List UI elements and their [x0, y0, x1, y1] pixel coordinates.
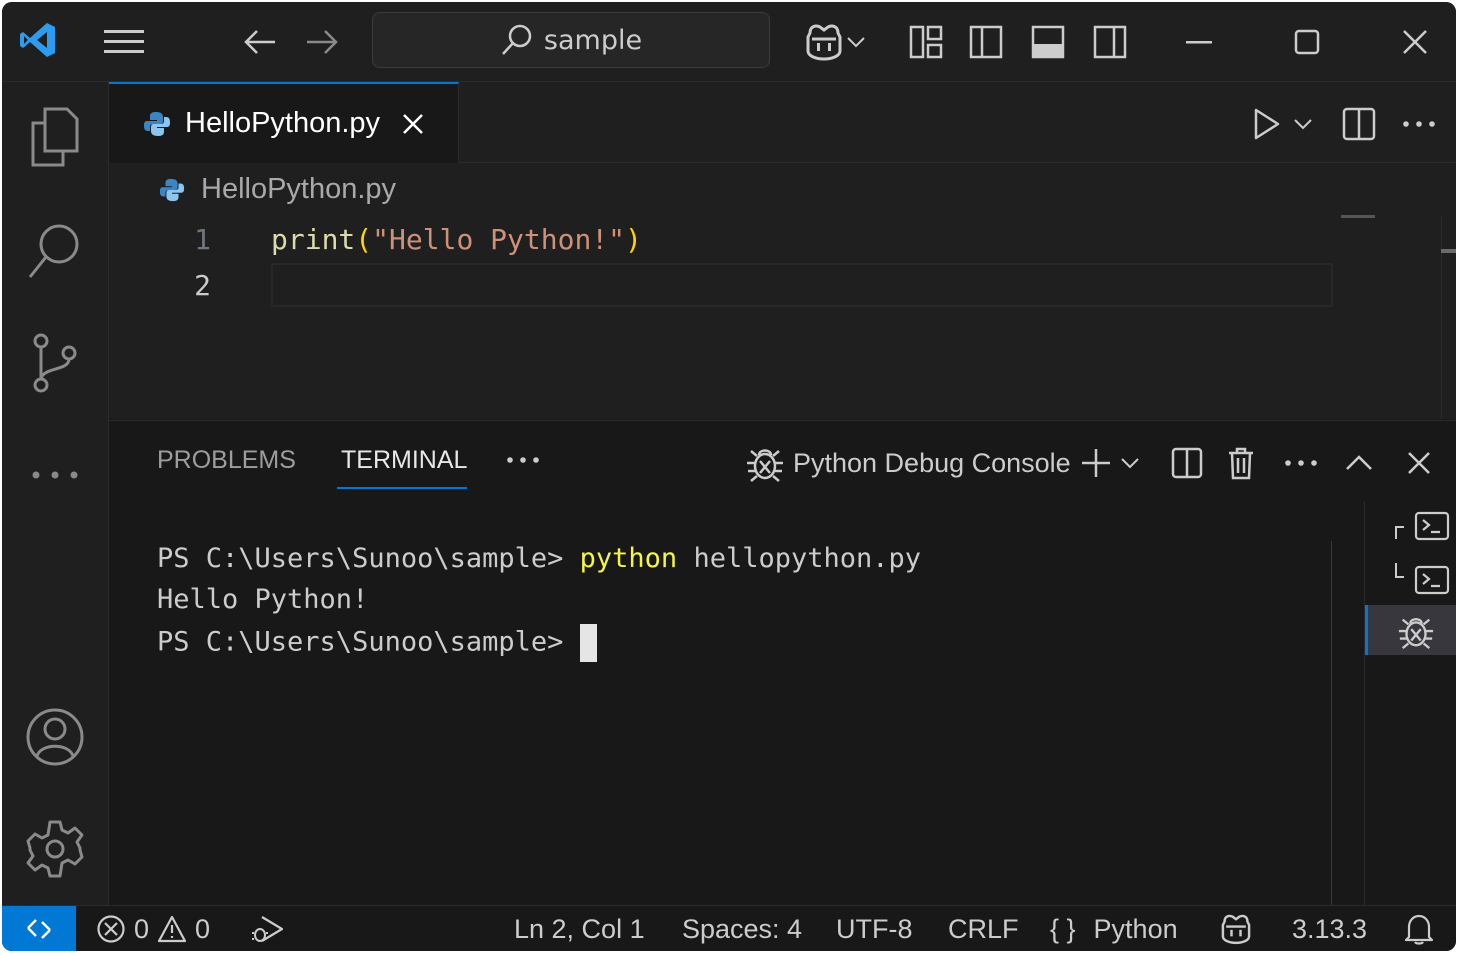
tab-problems[interactable]: PROBLEMS	[157, 446, 296, 475]
play-icon	[1254, 108, 1280, 140]
scrollbar-track[interactable]	[1441, 215, 1442, 419]
copilot-status[interactable]	[1218, 906, 1254, 951]
terminal-output-line[interactable]: PS C:\Users\Sunoo\sample>	[157, 624, 597, 662]
chevron-down-icon	[847, 37, 865, 48]
source-control-icon[interactable]	[2, 318, 108, 408]
vscode-window: sample HelloPython.py HelloPython.py 1 p…	[2, 2, 1456, 951]
python-file-icon	[144, 111, 170, 136]
settings-gear-icon[interactable]	[2, 804, 108, 894]
copilot-menu-button[interactable]	[796, 20, 872, 64]
accounts-icon[interactable]	[2, 692, 108, 782]
maximize-icon[interactable]	[1282, 22, 1332, 62]
search-view-icon[interactable]	[2, 206, 108, 296]
activity-bar	[2, 82, 109, 905]
editor-tab-bar: HelloPython.py	[109, 82, 1456, 163]
tab-label: HelloPython.py	[185, 107, 381, 139]
editor-area[interactable]: HelloPython.py 1 print("Hello Python!") …	[109, 163, 1456, 419]
command-center-search[interactable]: sample	[372, 12, 770, 68]
new-terminal-button[interactable]	[1075, 441, 1145, 485]
language-mode[interactable]: { } Python	[1050, 906, 1178, 951]
breadcrumb[interactable]: HelloPython.py	[159, 173, 396, 206]
minimize-icon[interactable]	[1174, 22, 1224, 62]
customize-layout-icon[interactable]	[906, 22, 946, 62]
toggle-panel-icon[interactable]	[1028, 22, 1068, 62]
terminal-instance-powershell-2[interactable]	[1389, 557, 1455, 603]
terminal-icon	[1395, 563, 1450, 595]
plus-icon	[1082, 449, 1110, 477]
language-braces: { }	[1050, 913, 1076, 944]
split-terminal-icon[interactable]	[1167, 441, 1207, 485]
chevron-down-icon	[1121, 458, 1139, 469]
error-icon	[97, 915, 125, 943]
terminal-cursor	[579, 624, 597, 662]
minimap[interactable]	[1341, 215, 1375, 218]
breadcrumb-file: HelloPython.py	[201, 173, 397, 205]
forward-arrow-icon[interactable]	[302, 22, 342, 62]
notifications-bell-icon[interactable]	[1404, 906, 1434, 951]
close-tab-icon[interactable]	[402, 113, 424, 135]
terminal-scrollbar[interactable]	[1331, 541, 1332, 906]
split-editor-icon[interactable]	[1339, 102, 1379, 146]
terminal-icon	[1395, 511, 1450, 541]
active-terminal-indicator	[1365, 605, 1368, 655]
panel-actions-more-icon[interactable]	[1281, 441, 1321, 485]
end-of-line[interactable]: CRLF	[948, 906, 1019, 951]
active-tab-indicator	[337, 487, 467, 489]
python-file-icon	[159, 178, 185, 201]
debug-bug-icon	[747, 449, 783, 482]
bottom-panel: PROBLEMS TERMINAL Python Debug Console P…	[109, 420, 1456, 906]
panel-more-icon[interactable]	[505, 445, 541, 475]
terminal-output-line[interactable]: PS C:\Users\Sunoo\sample> python hellopy…	[157, 543, 921, 574]
search-text: sample	[543, 24, 643, 56]
warning-icon	[157, 915, 187, 943]
cursor-position[interactable]: Ln 2, Col 1	[514, 906, 645, 951]
copilot-icon	[1221, 914, 1251, 945]
vscode-logo-icon	[16, 18, 60, 62]
copilot-icon	[806, 24, 842, 61]
terminal-instance-debug[interactable]	[1365, 605, 1456, 655]
run-python-file-button[interactable]	[1243, 102, 1323, 146]
encoding[interactable]: UTF-8	[836, 906, 913, 951]
search-icon	[501, 24, 532, 55]
current-line-highlight	[271, 263, 1333, 307]
debug-bug-icon	[1398, 617, 1434, 650]
code-text: print("Hello Python!")	[271, 222, 642, 256]
back-arrow-icon[interactable]	[240, 22, 280, 62]
indentation[interactable]: Spaces: 4	[682, 906, 802, 951]
menu-icon[interactable]	[102, 22, 146, 62]
status-bar: 0 0 Ln 2, Col 1 Spaces: 4 UTF-8 CRLF { }…	[2, 905, 1456, 951]
remote-indicator[interactable]	[2, 906, 76, 951]
explorer-icon[interactable]	[2, 92, 108, 182]
error-count: 0	[134, 913, 150, 944]
terminal-instance-powershell-1[interactable]	[1389, 507, 1455, 553]
tab-hellopython[interactable]: HelloPython.py	[109, 82, 459, 163]
more-views-icon[interactable]	[2, 430, 108, 520]
toggle-secondary-sidebar-icon[interactable]	[1090, 22, 1130, 62]
terminal-output-line[interactable]: Hello Python!	[157, 584, 368, 615]
close-panel-icon[interactable]	[1399, 441, 1439, 485]
debug-launch-button[interactable]	[250, 906, 286, 951]
problems-status[interactable]: 0 0	[96, 906, 210, 951]
line-number: 2	[194, 268, 211, 302]
more-actions-icon[interactable]	[1399, 102, 1439, 146]
remote-icon	[27, 919, 51, 939]
toggle-primary-sidebar-icon[interactable]	[966, 22, 1006, 62]
terminal-selector[interactable]: Python Debug Console	[745, 441, 1071, 485]
tab-terminal[interactable]: TERMINAL	[341, 446, 467, 475]
trash-icon[interactable]	[1221, 441, 1261, 485]
close-window-icon[interactable]	[1390, 22, 1440, 62]
language-name: Python	[1093, 913, 1178, 944]
title-bar: sample	[2, 2, 1456, 82]
terminal-name: Python Debug Console	[793, 447, 1071, 478]
terminal-tabs-divider	[1364, 501, 1365, 906]
scrollbar-marker	[1441, 249, 1456, 253]
warning-count: 0	[195, 913, 211, 944]
python-interpreter[interactable]: 3.13.3	[1292, 906, 1367, 951]
chevron-down-icon	[1294, 119, 1312, 130]
debug-run-icon	[252, 916, 284, 942]
maximize-panel-chevron-up-icon[interactable]	[1339, 441, 1379, 485]
line-number: 1	[194, 222, 211, 256]
